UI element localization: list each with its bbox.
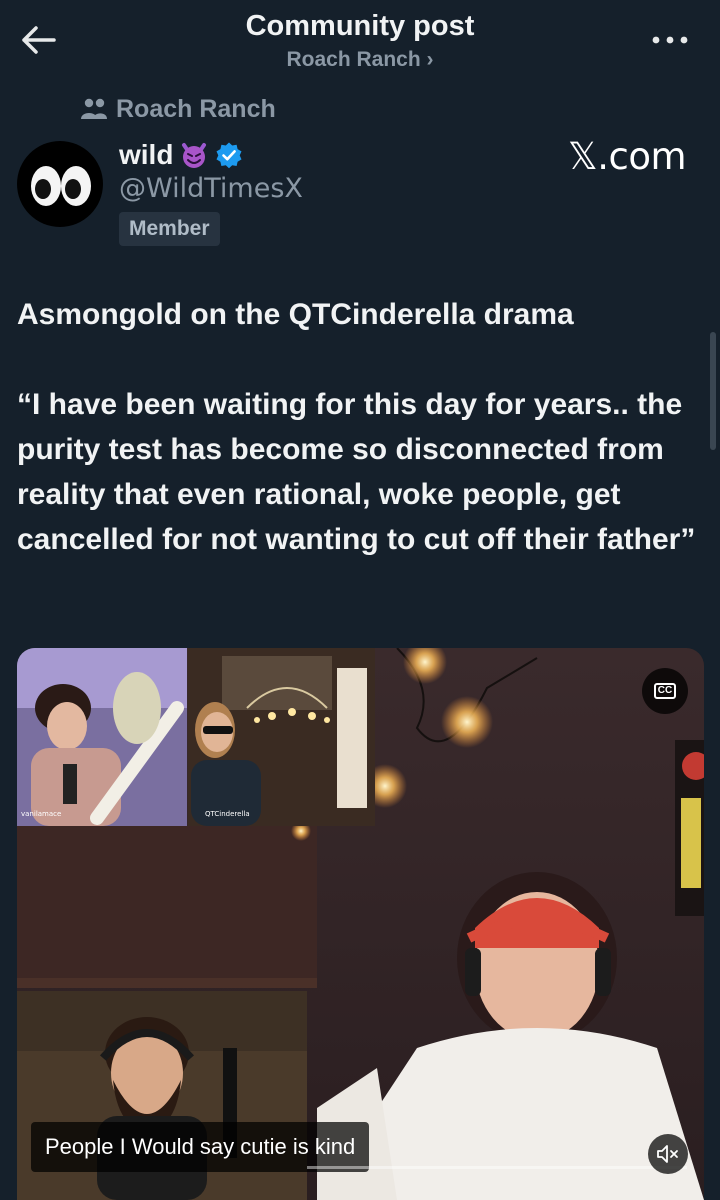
post-headline: Asmongold on the QTCinderella drama bbox=[17, 298, 574, 331]
eyes-emoji-icon bbox=[31, 166, 91, 206]
post-quote: “I have been waiting for this day for ye… bbox=[17, 388, 696, 556]
closed-captions-icon: CC bbox=[653, 683, 677, 699]
cam-label-1: vanilamace bbox=[21, 810, 62, 818]
scrollbar[interactable] bbox=[710, 332, 716, 450]
community-context[interactable]: Roach Ranch bbox=[80, 94, 276, 124]
verified-badge-icon bbox=[216, 142, 242, 169]
member-badge: Member bbox=[119, 212, 220, 246]
video-progress-bar[interactable] bbox=[307, 1166, 687, 1169]
author-name-row[interactable]: wild bbox=[119, 138, 243, 172]
closed-captions-button[interactable]: CC bbox=[642, 668, 688, 714]
cam-label-2: QTCinderella bbox=[205, 810, 250, 818]
source-label[interactable]: 𝕏.com bbox=[568, 135, 687, 178]
community-post-screen: Community post Roach Ranch › Roach Ranch… bbox=[0, 0, 720, 1200]
post-text: Asmongold on the QTCinderella drama “I h… bbox=[17, 292, 707, 562]
community-name: Roach Ranch bbox=[116, 94, 276, 123]
author-name: wild bbox=[119, 139, 174, 170]
more-dots-icon bbox=[652, 36, 688, 44]
mute-button[interactable] bbox=[648, 1134, 688, 1174]
avatar[interactable] bbox=[17, 141, 103, 227]
video-player[interactable]: vanilamace QTCinderella CC People I Woul… bbox=[17, 648, 704, 1200]
author-handle[interactable]: @WildTimesX bbox=[119, 173, 303, 204]
mute-icon bbox=[657, 1145, 678, 1163]
video-frame bbox=[17, 648, 704, 1200]
page-title: Community post bbox=[245, 10, 475, 42]
smiling-imp-emoji-icon bbox=[182, 143, 207, 168]
people-icon bbox=[81, 98, 107, 119]
top-bar: Community post Roach Ranch › bbox=[0, 0, 720, 84]
video-caption: People I Would say cutie is kind bbox=[31, 1122, 370, 1172]
community-link[interactable]: Roach Ranch › bbox=[0, 48, 720, 72]
more-options-button[interactable] bbox=[650, 26, 690, 54]
